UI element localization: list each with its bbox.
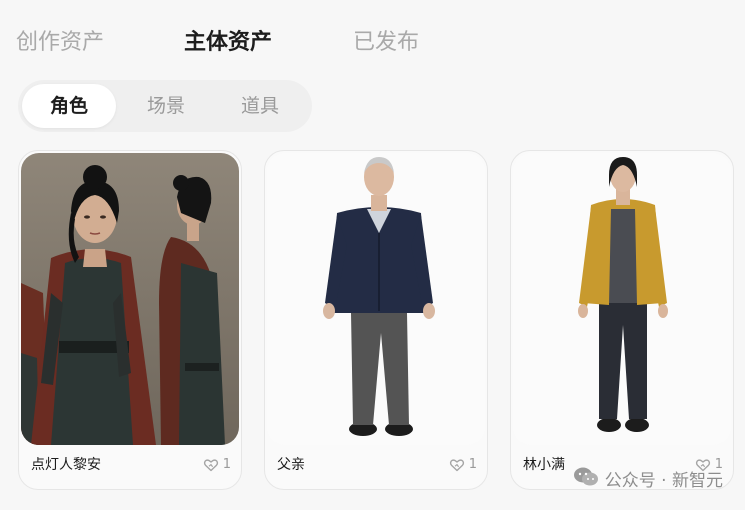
character-card[interactable]: 父亲 1	[264, 150, 488, 490]
watermark: 公众号 · 新智元	[573, 466, 723, 492]
character-card[interactable]: 点灯人黎安 1	[18, 150, 242, 490]
segment-characters[interactable]: 角色	[22, 84, 116, 128]
segment-scenes[interactable]: 场景	[128, 84, 204, 128]
like-count[interactable]: 1	[203, 455, 231, 475]
wechat-logo-icon	[573, 466, 599, 496]
watermark-text: 公众号 · 新智元	[604, 471, 723, 491]
tab-creative-assets[interactable]: 创作资产	[16, 26, 104, 60]
character-image	[21, 153, 239, 445]
like-count[interactable]: 1	[449, 455, 477, 475]
character-card[interactable]: 林小满 1	[510, 150, 734, 490]
segment-props[interactable]: 道具	[222, 84, 298, 128]
category-segmented-control: 角色 场景 道具	[18, 80, 312, 132]
character-image	[267, 153, 485, 445]
card-title: 父亲	[277, 457, 305, 473]
like-count-value: 1	[222, 457, 231, 472]
card-title: 点灯人黎安	[31, 457, 101, 473]
tab-published[interactable]: 已发布	[353, 26, 419, 60]
tab-subject-assets[interactable]: 主体资产	[184, 26, 272, 60]
like-count-value: 1	[468, 457, 477, 472]
character-image	[513, 153, 731, 445]
heart-icon	[449, 457, 465, 473]
heart-icon	[203, 457, 219, 473]
card-title: 林小满	[523, 457, 565, 473]
